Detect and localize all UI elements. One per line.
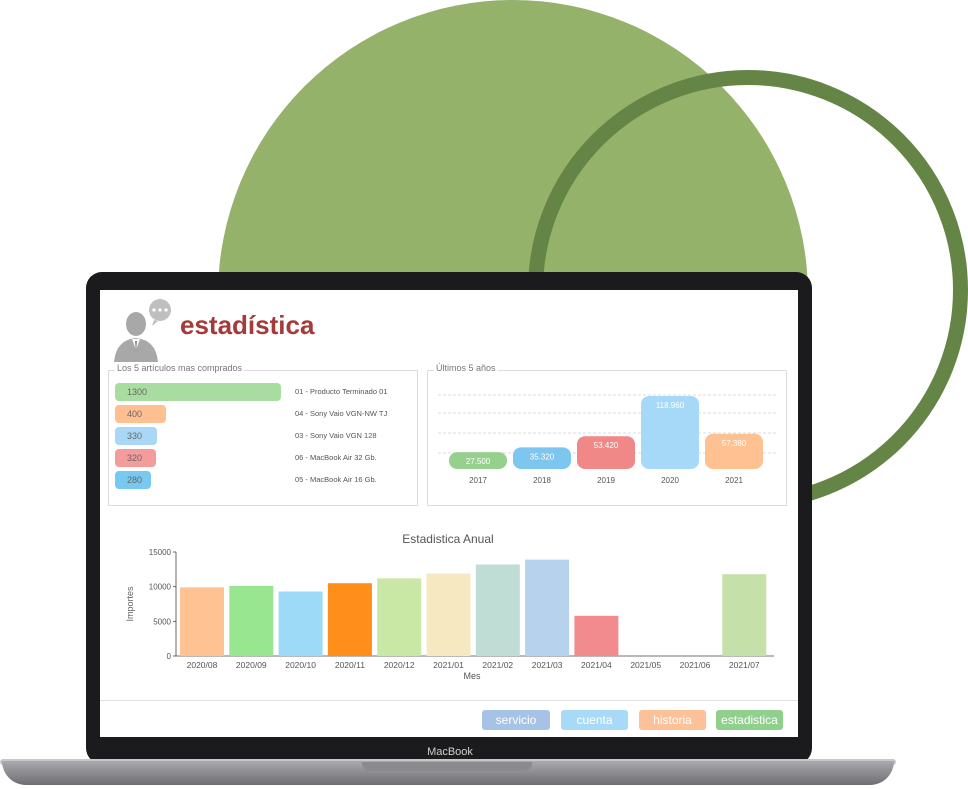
top-item-label: 01 - Producto Terminado 01 [295,387,388,396]
top-item-label: 05 - MacBook Air 16 Gb. [295,475,377,484]
annual-bar [722,574,767,656]
annual-x-tick-label: 2020/10 [285,660,316,670]
last-years-panel: Últimos 5 años 27.500 2017 35.320 2018 53.42… [427,363,787,506]
years-bar-value: 57.380 [722,439,747,448]
annual-chart-title: Estadistica Anual [402,532,493,546]
annual-bar [327,583,372,656]
annual-bar [377,578,422,656]
annual-x-tick-label: 2020/11 [335,660,365,670]
top-item-row: 400 04 - Sony Vaio VGN-NW TJ [115,405,411,423]
laptop-notch [362,762,532,771]
annual-bar [426,573,471,656]
annual-x-tick-label: 2020/09 [236,660,267,670]
page-title: estadística [180,310,315,340]
nav-button-estadistica[interactable]: estadistica [716,710,783,730]
years-bar-value: 35.320 [530,452,555,461]
last-years-title: Últimos 5 años [434,363,498,373]
laptop-brand-label: MacBook [427,746,473,758]
annual-y-axis-label: Importes [125,586,135,622]
years-tick-label: 2017 [469,476,487,485]
top-item-bar: 280 [115,471,151,489]
top-item-bar: 400 [115,405,166,423]
annual-x-tick-label: 2021/02 [482,660,513,670]
annual-y-tick-label: 15000 [149,548,172,557]
annual-x-tick-label: 2021/07 [729,660,760,670]
annual-x-tick-label: 2021/04 [581,660,612,670]
user-avatar-icon [114,299,171,362]
annual-bar [475,564,520,656]
years-bar-value: 53.420 [594,441,619,450]
footer-divider [100,700,798,701]
annual-x-tick-label: 2021/03 [532,660,563,670]
annual-x-tick-label: 2021/06 [680,660,711,670]
annual-bar [229,585,274,656]
annual-x-axis-label: Mes [463,671,481,681]
annual-bar [180,587,224,656]
annual-y-tick-label: 10000 [149,583,172,592]
top-item-row: 330 03 - Sony Vaio VGN 128 [115,427,411,445]
top-item-row: 280 05 - MacBook Air 16 Gb. [115,471,411,489]
years-tick-label: 2019 [597,476,615,485]
top-item-row: 320 06 - MacBook Air 32 Gb. [115,449,411,467]
annual-y-tick-label: 5000 [153,617,171,626]
annual-y-tick-label: 0 [167,652,172,661]
years-tick-label: 2021 [725,476,743,485]
top-items-title: Los 5 artículos mas comprados [115,363,245,373]
top-item-bar: 320 [115,449,156,467]
annual-chart: Estadistica Anual 0 5000 10000 15000 Importes… [125,532,774,681]
nav-button-historia[interactable]: historia [639,710,706,730]
annual-bar [574,615,619,656]
annual-bar [525,559,570,656]
top-item-bar: 1300 [115,383,281,401]
top-item-row: 1300 01 - Producto Terminado 01 [115,383,411,401]
last-years-chart: 27.500 2017 35.320 2018 53.420 2019 118.960 202… [438,394,778,485]
annual-bar [278,591,323,656]
top-item-label: 04 - Sony Vaio VGN-NW TJ [295,409,388,418]
nav-button-servicio[interactable]: servicio [482,710,550,730]
top-item-label: 06 - MacBook Air 32 Gb. [295,453,377,462]
app-screen: estadística Los 5 artículos mas comprado… [100,290,798,737]
annual-x-tick-label: 2021/05 [630,660,661,670]
annual-x-tick-label: 2020/12 [384,660,415,670]
annual-x-tick-label: 2021/01 [433,660,464,670]
years-bar-value: 118.960 [656,401,685,410]
annual-x-tick-label: 2020/08 [187,660,218,670]
years-tick-label: 2018 [533,476,551,485]
top-items-panel: Los 5 artículos mas comprados 1300 01 - P… [108,363,418,506]
years-tick-label: 2020 [661,476,679,485]
years-bar-value: 27.500 [466,457,491,466]
top-item-label: 03 - Sony Vaio VGN 128 [295,431,377,440]
nav-button-cuenta[interactable]: cuenta [561,710,628,730]
top-item-bar: 330 [115,427,157,445]
